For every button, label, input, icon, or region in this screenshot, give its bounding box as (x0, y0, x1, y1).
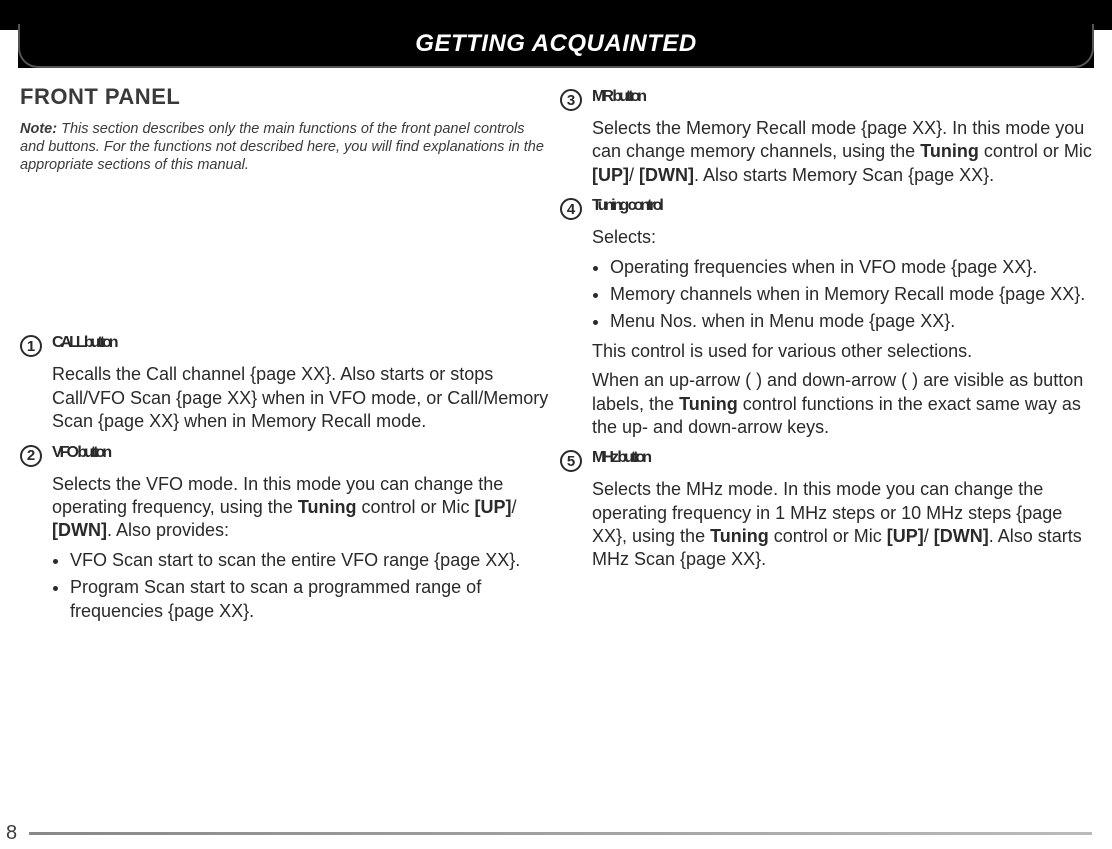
item-4-p1: Selects: (592, 226, 1092, 249)
item-1-head: CALL button (52, 334, 116, 352)
item-2-p1: Selects the VFO mode. In this mode you c… (52, 473, 552, 543)
item-3-number: 3 (560, 89, 582, 111)
note-label: Note: (20, 121, 57, 137)
item-5-header: 5 MHz button (560, 449, 1092, 472)
item-4-header: 4 Tuning control (560, 197, 1092, 220)
item-5-number: 5 (560, 450, 582, 472)
item-4-p2: This control is used for various other s… (592, 340, 1092, 363)
item-4-bullet-1: Operating frequencies when in VFO mode {… (610, 256, 1092, 279)
content-columns: FRONT PANEL Note: This section describes… (0, 68, 1112, 629)
item-1-p1: Recalls the Call channel {page XX}. Also… (52, 363, 552, 433)
footer-rule (29, 832, 1092, 835)
item-1-header: 1 CALL button (20, 334, 552, 357)
item-2-bullet-1: VFO Scan start to scan the entire VFO ra… (70, 549, 552, 572)
item-3-header: 3 MR button (560, 88, 1092, 111)
item-5-body: Selects the MHz mode. In this mode you c… (592, 478, 1092, 572)
item-1-body: Recalls the Call channel {page XX}. Also… (52, 363, 552, 433)
item-1-number: 1 (20, 335, 42, 357)
page-number: 8 (6, 822, 17, 845)
document-page: GETTING ACQUAINTED FRONT PANEL Note: Thi… (0, 0, 1112, 849)
right-column: 3 MR button Selects the Memory Recall mo… (560, 84, 1092, 629)
item-4-bullets: Operating frequencies when in VFO mode {… (592, 256, 1092, 334)
item-4-p3: When an up-arrow ( ) and down-arrow ( ) … (592, 369, 1092, 439)
item-4-bullet-3: Menu Nos. when in Menu mode {page XX}. (610, 310, 1092, 333)
note-text: This section describes only the main fun… (20, 121, 544, 173)
chapter-title: GETTING ACQUAINTED (0, 30, 1112, 58)
item-2-bullet-2: Program Scan start to scan a programmed … (70, 576, 552, 623)
item-4-body: Selects: Operating frequencies when in V… (592, 226, 1092, 439)
item-2-bullets: VFO Scan start to scan the entire VFO ra… (52, 549, 552, 623)
item-2-head: VFO button (52, 444, 109, 462)
item-3-body: Selects the Memory Recall mode {page XX}… (592, 117, 1092, 187)
item-2-header: 2 VFO button (20, 444, 552, 467)
section-title: FRONT PANEL (20, 84, 552, 110)
item-3-head: MR button (592, 88, 644, 106)
item-4-head: Tuning control (592, 197, 661, 215)
note-block: Note: This section describes only the ma… (20, 120, 552, 174)
page-footer: 8 (0, 822, 1092, 845)
item-3-p1: Selects the Memory Recall mode {page XX}… (592, 117, 1092, 187)
header-bar: GETTING ACQUAINTED (0, 0, 1112, 68)
item-5-p1: Selects the MHz mode. In this mode you c… (592, 478, 1092, 572)
left-column: FRONT PANEL Note: This section describes… (20, 84, 552, 629)
item-2-number: 2 (20, 445, 42, 467)
item-2-body: Selects the VFO mode. In this mode you c… (52, 473, 552, 623)
item-5-head: MHz button (592, 449, 649, 467)
item-4-number: 4 (560, 198, 582, 220)
item-4-bullet-2: Memory channels when in Memory Recall mo… (610, 283, 1092, 306)
